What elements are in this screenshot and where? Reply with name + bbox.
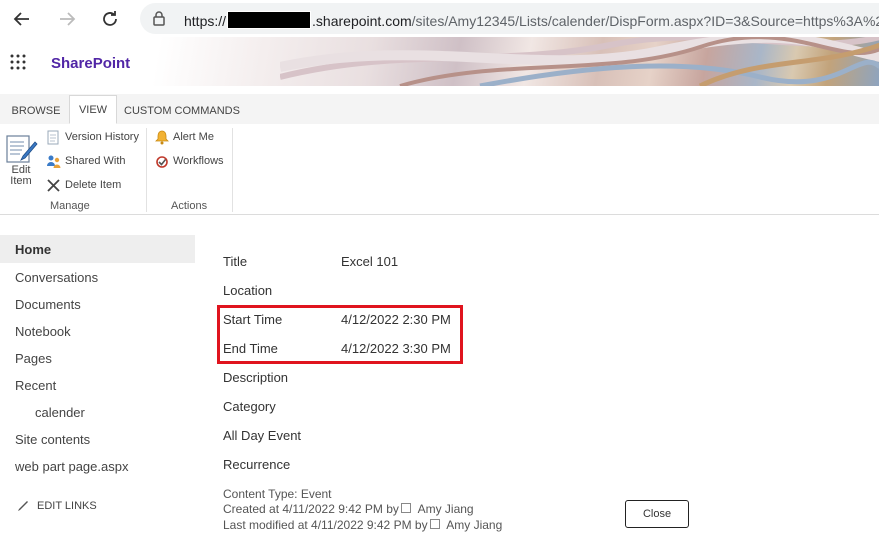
delete-item-label: Delete Item — [65, 179, 122, 191]
field-value-title: Excel 101 — [341, 254, 399, 269]
field-label-description: Description — [223, 370, 289, 385]
nav-item-notebook[interactable]: Notebook — [15, 324, 71, 339]
workflows-button[interactable]: Workflows — [155, 154, 224, 168]
modified-info: Last modified at 4/11/2022 9:42 PM by Am… — [223, 518, 502, 532]
tab-custom-commands[interactable]: CUSTOM COMMANDS — [123, 97, 241, 124]
edit-item-button[interactable]: Edit Item — [4, 134, 38, 190]
redacted-block — [227, 11, 312, 29]
url-host: .sharepoint.com — [312, 13, 412, 29]
nav-item-pages[interactable]: Pages — [15, 351, 52, 366]
close-button[interactable]: Close — [625, 500, 689, 528]
nav-item-recent[interactable]: Recent — [15, 378, 56, 393]
workflows-label: Workflows — [173, 155, 224, 167]
nav-item-conversations[interactable]: Conversations — [15, 270, 98, 285]
shared-with-icon — [47, 155, 61, 168]
version-history-icon — [47, 130, 59, 144]
ribbon-separator — [146, 128, 147, 212]
url-text[interactable]: https:// .sharepoint.com/sites/Amy12345/L… — [184, 11, 879, 29]
edit-item-icon — [6, 135, 38, 163]
delete-x-icon — [47, 178, 60, 192]
tab-view[interactable]: VIEW — [69, 95, 117, 124]
created-info: Created at 4/11/2022 9:42 PM by Amy Jian… — [223, 502, 474, 516]
nav-item-web-part-page[interactable]: web part page.aspx — [15, 459, 128, 474]
shared-with-label: Shared With — [65, 155, 126, 167]
workflow-icon — [156, 155, 168, 168]
field-label-location: Location — [223, 283, 273, 298]
nav-item-documents[interactable]: Documents — [15, 297, 81, 312]
edit-item-label: Edit Item — [10, 164, 32, 187]
nav-item-calender[interactable]: calender — [35, 405, 85, 420]
version-history-label: Version History — [65, 131, 139, 143]
edit-links-label: EDIT LINKS — [37, 500, 97, 512]
nav-item-site-contents[interactable]: Site contents — [15, 432, 90, 447]
suite-bar — [0, 37, 879, 86]
refresh-button[interactable] — [99, 8, 121, 30]
sharepoint-brand-link[interactable]: SharePoint — [51, 55, 130, 72]
manage-group-label: Manage — [50, 200, 90, 212]
created-prefix: Created at 4/11/2022 9:42 PM by — [223, 502, 399, 516]
alert-me-button[interactable]: Alert Me — [155, 130, 214, 144]
bell-icon — [155, 130, 169, 144]
app-launcher-button[interactable] — [10, 54, 26, 75]
created-by-user-link[interactable]: Amy Jiang — [418, 502, 474, 516]
version-history-button[interactable]: Version History — [46, 130, 139, 144]
lock-icon[interactable] — [152, 10, 166, 31]
waffle-icon — [10, 54, 26, 70]
field-label-recurrence: Recurrence — [223, 457, 291, 472]
arrow-left-icon — [13, 12, 29, 26]
banner-waves-graphic — [280, 37, 879, 86]
url-prefix: https:// — [184, 13, 227, 29]
forward-button[interactable] — [56, 8, 78, 30]
delete-item-button[interactable]: Delete Item — [46, 178, 121, 192]
modified-prefix: Last modified at 4/11/2022 9:42 PM by — [223, 518, 428, 532]
presence-icon — [429, 519, 440, 529]
alert-me-label: Alert Me — [173, 131, 214, 143]
content-type-text: Content Type: Event — [223, 487, 332, 501]
refresh-icon — [103, 11, 117, 26]
presence-icon — [400, 503, 411, 513]
field-label-title: Title — [223, 254, 248, 269]
pencil-icon — [18, 501, 28, 511]
ribbon-separator — [232, 128, 233, 212]
modified-by-user-link[interactable]: Amy Jiang — [446, 518, 502, 532]
field-label-all-day-event: All Day Event — [223, 428, 302, 443]
actions-group-label: Actions — [171, 200, 208, 212]
edit-links-button[interactable]: EDIT LINKS — [17, 500, 97, 512]
arrow-right-icon — [60, 12, 76, 26]
shared-with-button[interactable]: Shared With — [46, 154, 126, 168]
back-button[interactable] — [11, 8, 33, 30]
field-label-category: Category — [223, 399, 276, 414]
nav-item-home[interactable]: Home — [15, 242, 51, 257]
highlight-box — [217, 305, 463, 364]
url-path: /sites/Amy12345/Lists/calender/DispForm.… — [411, 13, 879, 29]
tab-browse[interactable]: BROWSE — [8, 97, 64, 124]
